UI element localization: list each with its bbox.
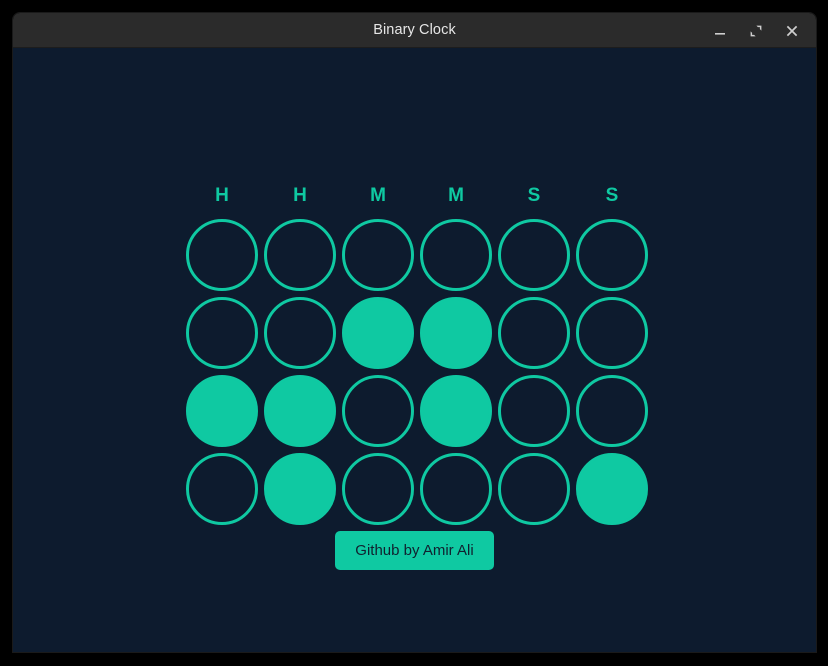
column-header-m2: M	[448, 185, 464, 206]
bit-cell	[339, 216, 417, 294]
bit-cell	[261, 372, 339, 450]
bit-cell	[495, 294, 573, 372]
bit-cell	[573, 216, 651, 294]
window-titlebar[interactable]: Binary Clock	[13, 13, 816, 48]
clock-content-area: H H M M S S Github by Amir Ali	[13, 48, 816, 652]
window-title: Binary Clock	[373, 22, 456, 38]
bit-indicator-s6-row1	[576, 219, 648, 291]
github-link-button[interactable]: Github by Amir Ali	[335, 531, 494, 570]
bit-indicator-h2-row4	[264, 453, 336, 525]
bit-indicator-m4-row3	[420, 375, 492, 447]
bit-cell	[183, 372, 261, 450]
column-header-h2: H	[293, 185, 307, 206]
bit-indicator-s6-row4	[576, 453, 648, 525]
bit-cell	[339, 450, 417, 528]
bit-indicator-m3-row3	[342, 375, 414, 447]
bit-indicator-h1-row1	[186, 219, 258, 291]
bit-indicator-m3-row2	[342, 297, 414, 369]
bit-indicator-m4-row4	[420, 453, 492, 525]
bit-cell	[417, 372, 495, 450]
bit-indicator-s5-row1	[498, 219, 570, 291]
window-controls	[710, 13, 802, 48]
column-header-m1: M	[370, 185, 386, 206]
bit-cell	[495, 450, 573, 528]
bit-indicator-h2-row3	[264, 375, 336, 447]
bit-cell	[183, 216, 261, 294]
column-header-s1: S	[527, 185, 541, 206]
maximize-button[interactable]	[746, 21, 766, 41]
bit-indicator-s6-row2	[576, 297, 648, 369]
bit-grid	[183, 216, 651, 528]
bit-cell	[339, 372, 417, 450]
bit-indicator-s5-row2	[498, 297, 570, 369]
bit-cell	[495, 372, 573, 450]
bit-cell	[417, 450, 495, 528]
bit-cell	[183, 294, 261, 372]
footer-row: Github by Amir Ali	[13, 531, 816, 570]
bit-cell	[261, 450, 339, 528]
bit-indicator-h2-row2	[264, 297, 336, 369]
bit-cell	[573, 294, 651, 372]
desktop-background: Binary Clock H H M M S S Github by Amir …	[0, 0, 828, 666]
bit-indicator-m3-row1	[342, 219, 414, 291]
column-headers: H H M M S S	[183, 185, 651, 207]
minimize-button[interactable]	[710, 21, 730, 41]
bit-indicator-m4-row1	[420, 219, 492, 291]
bit-indicator-m4-row2	[420, 297, 492, 369]
bit-indicator-h1-row4	[186, 453, 258, 525]
bit-indicator-h2-row1	[264, 219, 336, 291]
bit-indicator-s6-row3	[576, 375, 648, 447]
bit-cell	[573, 372, 651, 450]
bit-indicator-m3-row4	[342, 453, 414, 525]
bit-cell	[417, 216, 495, 294]
bit-cell	[495, 216, 573, 294]
binary-clock-window: Binary Clock H H M M S S Github by Amir …	[13, 13, 816, 652]
column-header-s2: S	[605, 185, 619, 206]
bit-cell	[573, 450, 651, 528]
column-header-h1: H	[215, 185, 229, 206]
bit-indicator-s5-row4	[498, 453, 570, 525]
bit-cell	[339, 294, 417, 372]
bit-cell	[261, 216, 339, 294]
bit-indicator-h1-row2	[186, 297, 258, 369]
bit-cell	[417, 294, 495, 372]
bit-cell	[261, 294, 339, 372]
close-button[interactable]	[782, 21, 802, 41]
bit-indicator-s5-row3	[498, 375, 570, 447]
bit-cell	[183, 450, 261, 528]
bit-indicator-h1-row3	[186, 375, 258, 447]
